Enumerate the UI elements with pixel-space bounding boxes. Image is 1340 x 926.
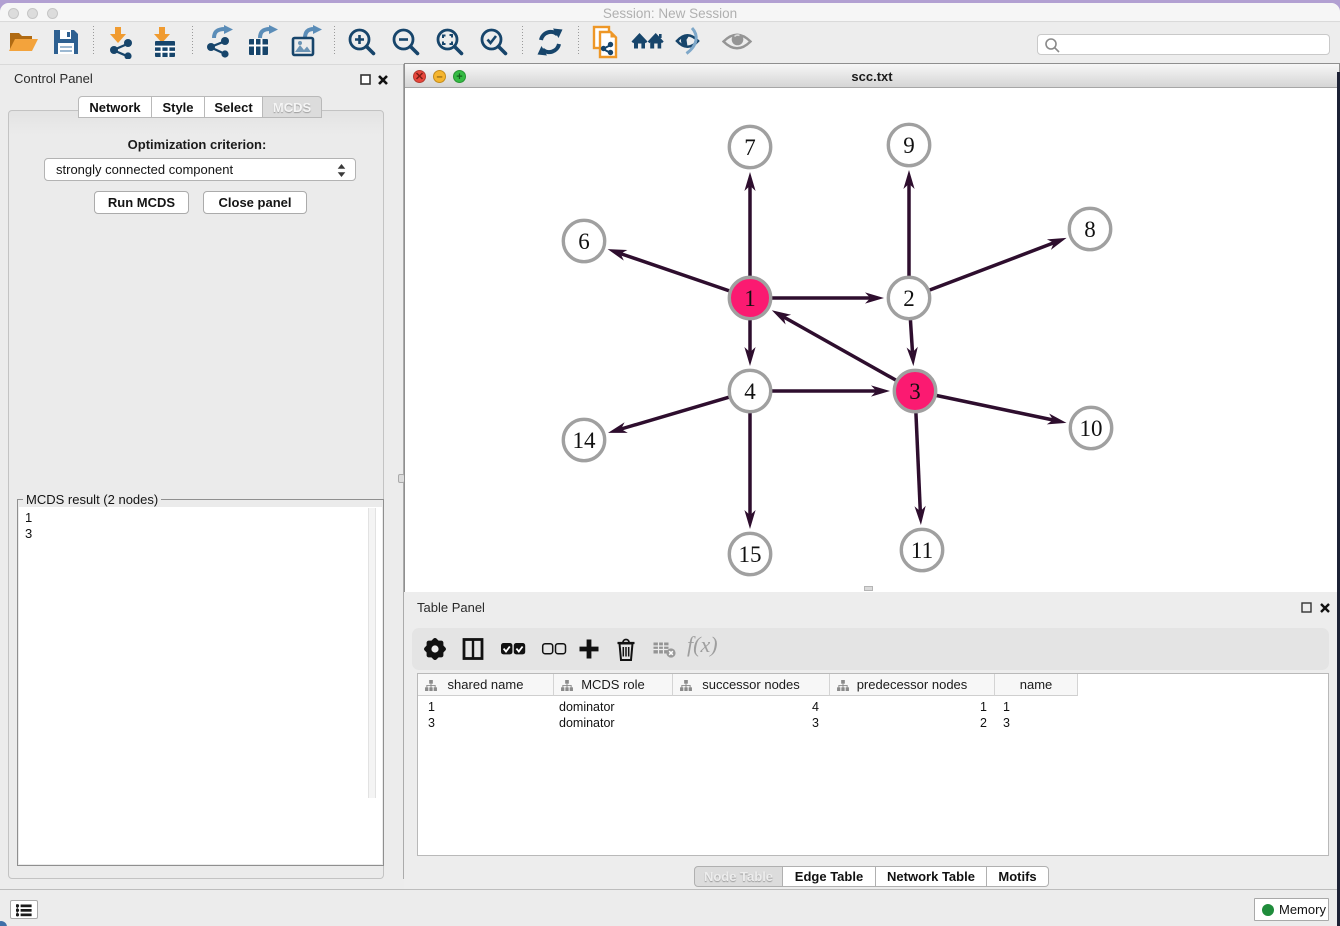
svg-text:6: 6 — [578, 229, 590, 254]
svg-text:9: 9 — [903, 133, 915, 158]
svg-text:7: 7 — [744, 135, 756, 160]
svg-text:14: 14 — [573, 428, 597, 453]
svg-text:2: 2 — [903, 286, 915, 311]
svg-text:15: 15 — [739, 542, 762, 567]
svg-text:10: 10 — [1080, 416, 1103, 441]
svg-text:3: 3 — [909, 379, 921, 404]
svg-text:8: 8 — [1084, 217, 1096, 242]
svg-text:4: 4 — [744, 379, 756, 404]
svg-text:1: 1 — [744, 286, 756, 311]
svg-text:11: 11 — [911, 538, 933, 563]
